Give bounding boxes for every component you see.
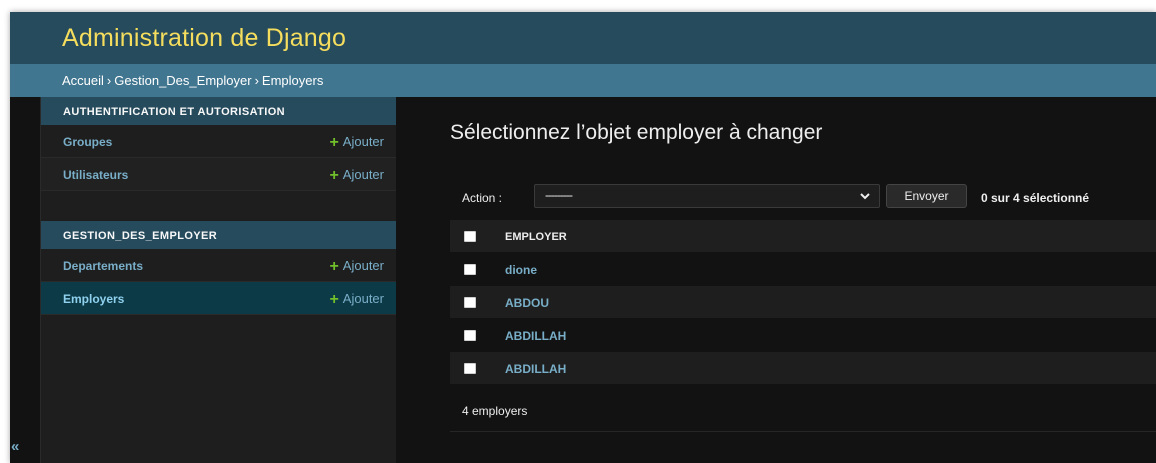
module-caption[interactable]: AUTHENTIFICATION ET AUTORISATION	[41, 97, 396, 125]
table-header: EMPLOYER	[450, 220, 1156, 253]
module-gestion-des-employer: GESTION_DES_EMPLOYER Departements + Ajout…	[41, 221, 396, 315]
table-row: ABDILLAH	[450, 319, 1156, 352]
row-checkbox[interactable]	[464, 330, 476, 341]
sidebar-item-utilisateurs: Utilisateurs + Ajouter	[41, 158, 396, 191]
breadcrumb-trail: Accueil › Gestion_Des_Employer › Employers	[62, 73, 323, 88]
breadcrumb-current: Employers	[261, 73, 324, 88]
add-link[interactable]: + Ajouter	[329, 257, 384, 275]
sidebar-gutter: «	[10, 97, 41, 463]
add-link[interactable]: + Ajouter	[329, 166, 384, 184]
plus-icon: +	[329, 134, 339, 151]
main-content: Sélectionnez l’objet employer à changer …	[396, 97, 1156, 463]
model-link[interactable]: Departements	[63, 259, 143, 273]
add-link[interactable]: + Ajouter	[329, 133, 384, 151]
add-label: Ajouter	[342, 291, 384, 306]
plus-icon: +	[329, 258, 339, 275]
envoyer-button[interactable]: Envoyer	[886, 184, 967, 208]
add-label: Ajouter	[342, 167, 384, 182]
result-count: 4 employers	[462, 404, 528, 418]
sidebar-nav: AUTHENTIFICATION ET AUTORISATION Groupes…	[41, 97, 397, 463]
column-header-employer[interactable]: EMPLOYER	[505, 231, 567, 243]
model-link[interactable]: Groupes	[63, 135, 112, 149]
action-select-value: ---------	[545, 188, 573, 202]
paginator: 4 employers	[450, 388, 1156, 432]
breadcrumb-separator: ›	[106, 73, 112, 88]
model-link[interactable]: Employers	[63, 292, 124, 306]
employer-link[interactable]: ABDILLAH	[505, 329, 566, 343]
site-brand[interactable]: Administration de Django	[62, 24, 346, 53]
actions-bar: Action : --------- Envoyer 0 sur 4 sélec…	[450, 184, 1156, 210]
employer-link[interactable]: ABDOU	[505, 296, 549, 310]
breadcrumb: Accueil › Gestion_Des_Employer › Employers	[10, 64, 1156, 97]
sidebar-item-groupes: Groupes + Ajouter	[41, 125, 396, 158]
employer-link[interactable]: dione	[505, 263, 537, 277]
action-select[interactable]: ---------	[534, 184, 880, 208]
add-link[interactable]: + Ajouter	[329, 290, 384, 308]
plus-icon: +	[329, 291, 339, 308]
plus-icon: +	[329, 167, 339, 184]
sidebar-item-departements: Departements + Ajouter	[41, 249, 396, 282]
breadcrumb-separator: ›	[254, 73, 259, 88]
result-list: EMPLOYER dione ABDOU ABDILLAH ABDILLAH	[450, 220, 1156, 385]
module-auth: AUTHENTIFICATION ET AUTORISATION Groupes…	[41, 97, 396, 191]
add-label: Ajouter	[342, 134, 384, 149]
table-row: dione	[450, 253, 1156, 286]
row-checkbox[interactable]	[464, 297, 476, 308]
table-row: ABDILLAH	[450, 352, 1156, 385]
select-all-checkbox[interactable]	[464, 231, 476, 242]
page-title: Sélectionnez l’objet employer à changer	[450, 121, 823, 144]
table-row: ABDOU	[450, 286, 1156, 319]
sidebar-item-employers: Employers + Ajouter	[41, 282, 396, 315]
breadcrumb-app-link[interactable]: Gestion_Des_Employer	[114, 73, 251, 88]
breadcrumb-home-link[interactable]: Accueil	[62, 73, 104, 88]
model-link[interactable]: Utilisateurs	[63, 168, 128, 182]
admin-window: Administration de Django Accueil › Gestion…	[10, 12, 1156, 463]
row-checkbox[interactable]	[464, 363, 476, 374]
row-checkbox[interactable]	[464, 264, 476, 275]
action-label: Action :	[462, 191, 503, 205]
module-spacer	[41, 191, 396, 221]
module-caption[interactable]: GESTION_DES_EMPLOYER	[41, 221, 396, 249]
employer-link[interactable]: ABDILLAH	[505, 362, 566, 376]
add-label: Ajouter	[342, 258, 384, 273]
header: Administration de Django	[10, 12, 1156, 64]
selection-counter: 0 sur 4 sélectionné	[981, 191, 1090, 205]
double-chevron-left-icon[interactable]: «	[11, 438, 19, 455]
chevron-down-icon	[860, 193, 870, 200]
